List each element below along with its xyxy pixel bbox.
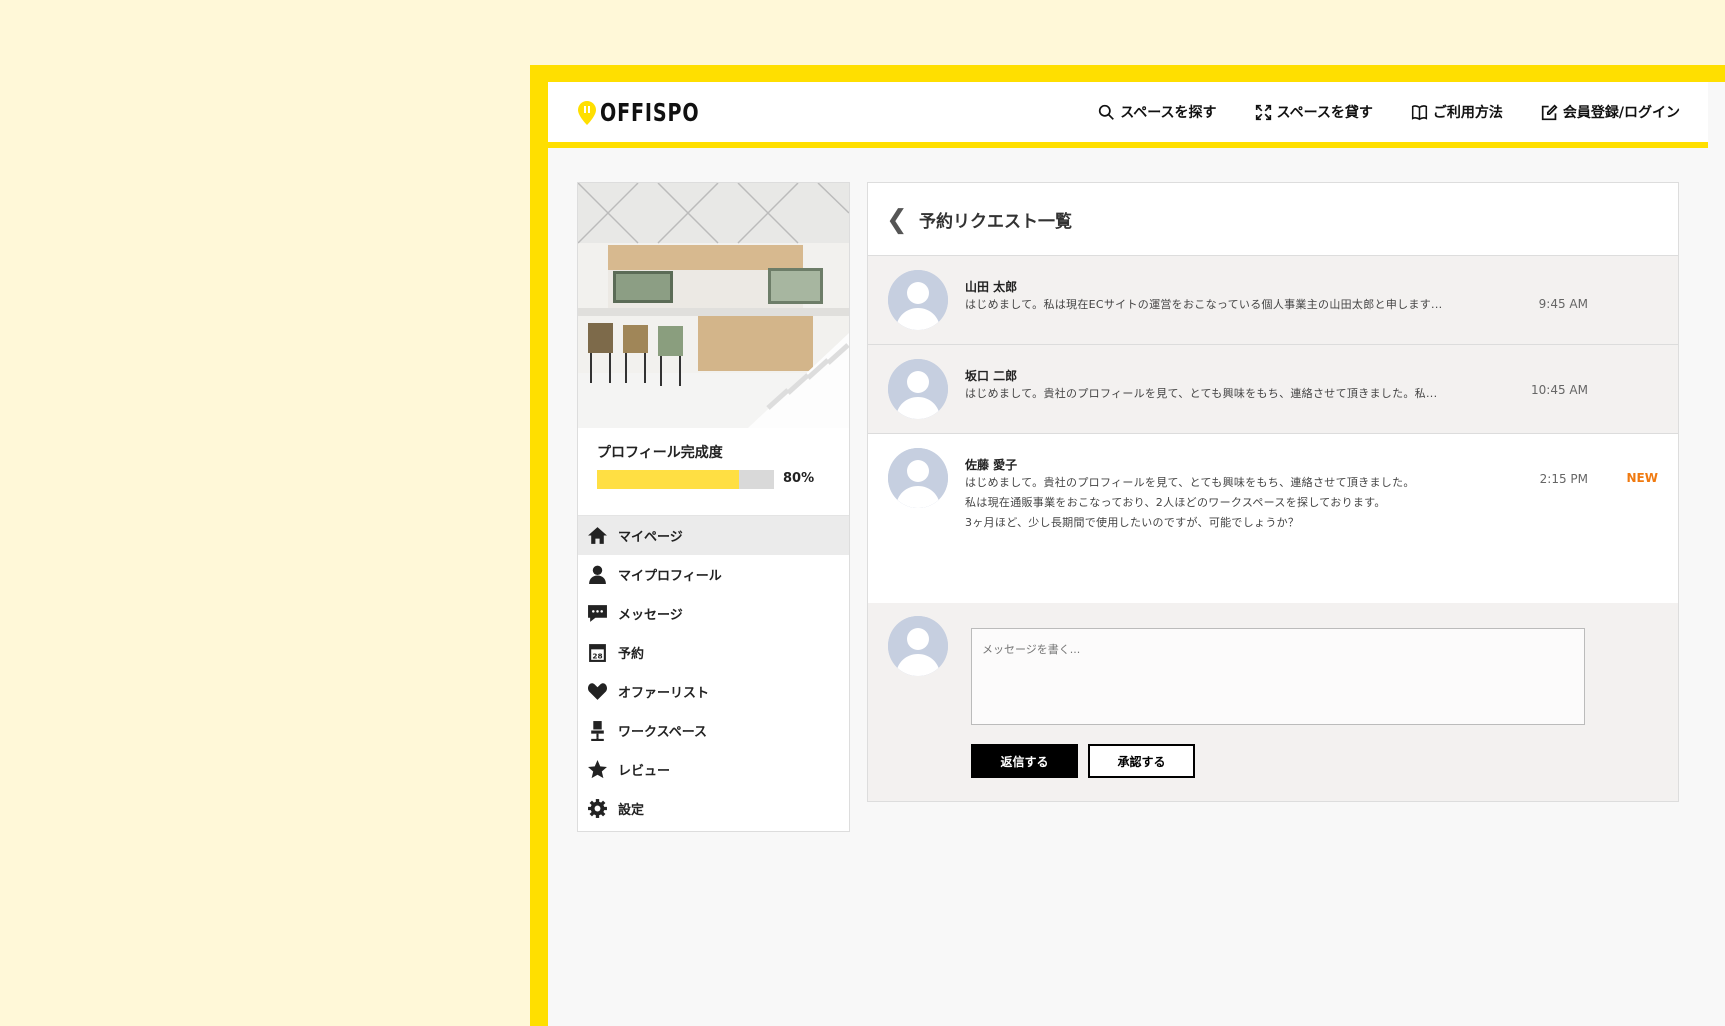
sidebar-item-messages[interactable]: メッセージ bbox=[578, 594, 849, 633]
nav-label: ご利用方法 bbox=[1432, 105, 1503, 121]
gear-icon bbox=[588, 799, 607, 818]
office-chair-icon bbox=[591, 721, 604, 741]
timestamp: 9:45 AM bbox=[1538, 297, 1588, 311]
message-preview: はじめまして。貴社のプロフィールを見て、とても興味をもち、連絡させて頂きました。… bbox=[965, 387, 1438, 400]
expand-icon bbox=[1255, 104, 1271, 120]
avatar bbox=[888, 448, 948, 508]
progress-percent: 80% bbox=[783, 471, 815, 486]
user-icon bbox=[589, 565, 606, 584]
nav-label: スペースを貸す bbox=[1276, 105, 1373, 121]
progress-label: プロフィール完成度 bbox=[597, 445, 723, 461]
sender-name: 佐藤 愛子 bbox=[965, 458, 1018, 472]
nav-label: 会員登録/ログイン bbox=[1562, 105, 1680, 121]
timestamp: 2:15 PM bbox=[1539, 472, 1588, 486]
sidebar-item-label: 設定 bbox=[618, 803, 645, 818]
sidebar-item-mypage[interactable]: マイページ bbox=[578, 516, 849, 555]
message-preview: はじめまして。私は現在ECサイトの運営をおこなっている個人事業主の山田太郎と申し… bbox=[965, 298, 1443, 311]
progress-fill bbox=[597, 470, 739, 489]
sidebar-item-label: マイプロフィール bbox=[618, 569, 722, 584]
sidebar-item-reservations[interactable]: 28 予約 bbox=[578, 633, 849, 672]
profile-progress: プロフィール完成度 80% bbox=[578, 428, 849, 516]
avatar bbox=[888, 616, 948, 676]
progress-bar bbox=[597, 470, 774, 489]
star-icon bbox=[588, 760, 607, 779]
nav-label: スペースを探す bbox=[1120, 105, 1217, 121]
page: OFFISPO スペースを探す スペースを貸す ご利用方法 会員登録/ログイン bbox=[548, 82, 1725, 1026]
search-icon bbox=[1099, 104, 1115, 120]
sidebar-item-label: レビュー bbox=[618, 764, 671, 779]
message-input[interactable] bbox=[971, 628, 1585, 725]
sidebar: プロフィール完成度 80% マイページ マイプロフィール メッセージ 28 予約… bbox=[577, 182, 850, 832]
message-line: 私は現在通販事業をおこなっており、2人ほどのワークスペースを探しております。 bbox=[965, 496, 1386, 509]
avatar bbox=[888, 359, 948, 419]
request-row[interactable]: 佐藤 愛子 はじめまして。貴社のプロフィールを見て、とても興味をもち、連絡させて… bbox=[868, 434, 1678, 602]
site-header: OFFISPO スペースを探す スペースを貸す ご利用方法 会員登録/ログイン bbox=[548, 82, 1708, 148]
sidebar-item-label: オファーリスト bbox=[618, 686, 710, 701]
edit-icon bbox=[1541, 103, 1558, 120]
request-row[interactable]: 山田 太郎 はじめまして。私は現在ECサイトの運営をおこなっている個人事業主の山… bbox=[868, 256, 1678, 345]
sidebar-item-settings[interactable]: 設定 bbox=[578, 789, 849, 828]
main-nav: スペースを探す スペースを貸す ご利用方法 会員登録/ログイン bbox=[1098, 102, 1680, 122]
sidebar-item-myprofile[interactable]: マイプロフィール bbox=[578, 555, 849, 594]
calendar-icon: 28 bbox=[589, 644, 606, 662]
request-row[interactable]: 坂口 二郎 はじめまして。貴社のプロフィールを見て、とても興味をもち、連絡させて… bbox=[868, 345, 1678, 434]
reply-area: 返信する 承認する bbox=[868, 603, 1678, 801]
timestamp: 10:45 AM bbox=[1531, 383, 1588, 397]
nav-lend-space[interactable]: スペースを貸す bbox=[1255, 102, 1373, 122]
svg-text:28: 28 bbox=[592, 651, 602, 660]
sidebar-menu: マイページ マイプロフィール メッセージ 28 予約 オファーリスト ワークスペ… bbox=[578, 516, 849, 828]
sidebar-item-offer-list[interactable]: オファーリスト bbox=[578, 672, 849, 711]
nav-how-to-use[interactable]: ご利用方法 bbox=[1411, 102, 1503, 122]
sender-name: 山田 太郎 bbox=[965, 280, 1018, 294]
space-photo bbox=[578, 183, 849, 428]
sender-name: 坂口 二郎 bbox=[965, 369, 1018, 383]
sidebar-item-label: マイページ bbox=[618, 530, 683, 545]
panel-header: ❮ 予約リクエスト一覧 bbox=[868, 183, 1678, 256]
home-icon bbox=[588, 527, 607, 544]
book-icon bbox=[1411, 104, 1427, 120]
sidebar-item-label: メッセージ bbox=[618, 608, 683, 623]
heart-icon bbox=[588, 683, 607, 700]
sidebar-item-label: 予約 bbox=[618, 647, 645, 662]
logo[interactable]: OFFISPO bbox=[578, 98, 717, 127]
logo-text: OFFISPO bbox=[600, 98, 700, 127]
page-title: 予約リクエスト一覧 bbox=[919, 212, 1072, 232]
sidebar-item-reviews[interactable]: レビュー bbox=[578, 750, 849, 789]
browser-frame: OFFISPO スペースを探す スペースを貸す ご利用方法 会員登録/ログイン bbox=[530, 65, 1725, 1026]
sidebar-item-label: ワークスペース bbox=[618, 725, 708, 740]
sidebar-item-workspace[interactable]: ワークスペース bbox=[578, 711, 849, 750]
nav-find-space[interactable]: スペースを探す bbox=[1098, 102, 1217, 122]
avatar bbox=[888, 270, 948, 330]
request-panel: ❮ 予約リクエスト一覧 山田 太郎 はじめまして。私は現在ECサイトの運営をおこ… bbox=[867, 182, 1679, 802]
location-pin-icon bbox=[578, 100, 596, 125]
approve-button[interactable]: 承認する bbox=[1088, 744, 1195, 778]
nav-register-login[interactable]: 会員登録/ログイン bbox=[1541, 102, 1680, 122]
message-line: はじめまして。貴社のプロフィールを見て、とても興味をもち、連絡させて頂きました。 bbox=[965, 476, 1415, 489]
new-badge: NEW bbox=[1626, 471, 1658, 485]
message-line: 3ヶ月ほど、少し長期間で使用したいのですが、可能でしょうか？ bbox=[965, 516, 1300, 529]
chat-icon bbox=[588, 605, 607, 622]
reply-button[interactable]: 返信する bbox=[971, 744, 1078, 778]
back-chevron-icon[interactable]: ❮ bbox=[886, 205, 908, 235]
